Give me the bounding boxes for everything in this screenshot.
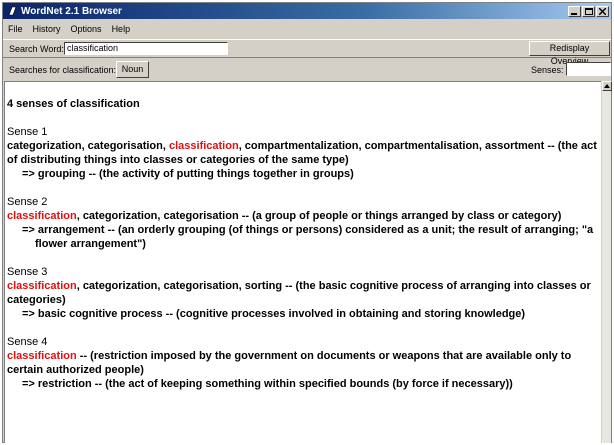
maximize-icon[interactable] [582,5,595,17]
sense-block: Sense 4 classification -- (restriction i… [7,335,601,391]
hypernym-line: => grouping -- (the activity of putting … [22,168,354,180]
hypernym-line: => basic cognitive process -- (cognitive… [22,308,526,320]
search-input[interactable]: classification [64,42,228,55]
minimize-icon[interactable] [568,5,581,17]
menu-bar: File History Options Help [3,21,611,37]
sense-title: Sense 4 [7,336,48,348]
sense-definition: classification, categorization, categori… [7,279,601,307]
synonyms-post: , categorization, categorisation, sortin… [7,280,591,306]
search-word-label: Search Word: [9,44,64,54]
noun-button[interactable]: Noun [116,61,149,78]
menu-help[interactable]: Help [107,24,136,34]
sense-definition: classification -- (restriction imposed b… [7,349,601,377]
hypernym-line: => arrangement -- (an orderly grouping (… [22,224,594,250]
results-pane[interactable]: 4 senses of classification Sense 1 categ… [4,81,601,443]
menu-file[interactable]: File [3,24,28,34]
close-icon[interactable] [596,5,609,17]
sense-title: Sense 3 [7,266,48,278]
vertical-scrollbar[interactable] [601,81,612,443]
results-heading: 4 senses of classification [7,98,140,110]
scroll-up-arrow-icon[interactable] [602,81,612,91]
hypernym-line: => restriction -- (the act of keeping so… [22,378,513,390]
searches-label: Searches for classification: [9,65,117,75]
sense-block: Sense 3 classification, categorization, … [7,265,601,321]
senses-label: Senses: [531,65,564,75]
menu-options[interactable]: Options [66,24,107,34]
highlighted-word: classification [7,210,77,222]
app-window: WordNet 2.1 Browser File History Options… [2,2,612,443]
highlighted-word: classification [7,350,77,362]
sense-title: Sense 1 [7,126,48,138]
synonyms-post: , categorization, categorisation -- (a g… [76,210,562,222]
sense-title: Sense 2 [7,196,48,208]
synonyms-post: -- (restriction imposed by the governmen… [7,350,572,376]
highlighted-word: classification [168,140,239,152]
sense-definition: categorization, categorisation, classifi… [7,139,601,167]
app-icon [6,5,18,17]
sense-block: Sense 1 categorization, categorisation, … [7,125,601,181]
searches-row: Searches for classification: Noun Senses… [3,59,611,80]
highlighted-word: classification [7,280,77,292]
sense-block: Sense 2 classification, categorization, … [7,195,601,251]
title-bar[interactable]: WordNet 2.1 Browser [3,3,611,19]
senses-input[interactable] [566,62,611,76]
redisplay-overview-button[interactable]: Redisplay Overview [529,41,610,66]
window-title: WordNet 2.1 Browser [21,5,122,17]
synonyms-pre: categorization, categorisation, [7,140,169,152]
menu-history[interactable]: History [28,24,66,34]
sense-definition: classification, categorization, categori… [7,209,601,223]
search-row: Search Word: classification Redisplay Ov… [3,39,611,66]
